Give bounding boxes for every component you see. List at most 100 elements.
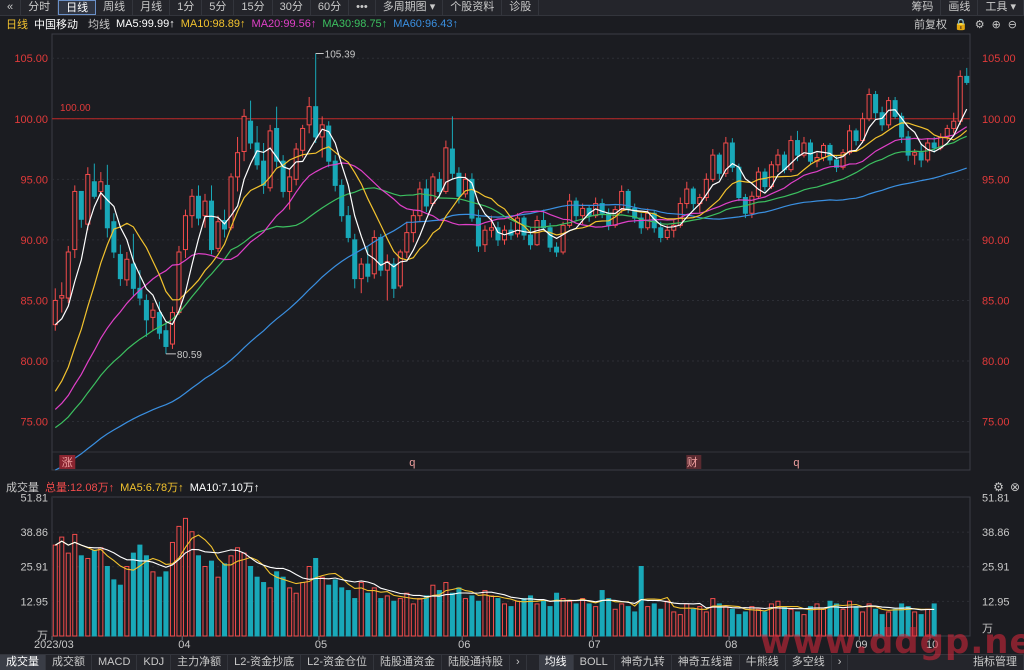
tab-boll[interactable]: BOLL — [574, 655, 615, 670]
tab-l2-bottom[interactable]: L2-资金抄底 — [228, 655, 302, 670]
x-tick-label: 07 — [588, 639, 600, 651]
candle-body — [287, 176, 293, 192]
tab-connect-holdings[interactable]: 陆股通持股 — [442, 655, 510, 670]
candle-body — [430, 176, 436, 205]
volume-bar — [293, 592, 299, 637]
vol-tick-label-right: 38.86 — [982, 527, 1010, 539]
price-frame — [51, 33, 971, 471]
candle-body — [964, 75, 970, 83]
candle-body — [91, 181, 97, 197]
candle-body — [873, 94, 879, 114]
chevron-right-icon[interactable]: › — [510, 655, 527, 670]
candle-body — [182, 215, 188, 251]
candle-body — [195, 195, 202, 219]
volume-bar — [716, 603, 722, 637]
tab-volume[interactable]: 成交量 — [0, 655, 46, 670]
candle-body — [853, 130, 859, 142]
volume-bar — [130, 552, 136, 637]
ma30-line — [54, 135, 967, 429]
vol-tick-label-right: 12.95 — [982, 596, 1010, 608]
candle-body — [130, 263, 136, 289]
candle-body — [202, 200, 208, 217]
candlestick-series — [52, 53, 970, 354]
x-tick-label: 04 — [178, 639, 190, 651]
volume-bar — [98, 547, 104, 637]
candle-body — [391, 263, 397, 289]
candle-body — [690, 188, 696, 205]
volume-bar — [261, 582, 267, 637]
y-tick-label-right: 80.00 — [982, 356, 1010, 368]
volume-bar — [475, 600, 481, 637]
volume-bar — [723, 606, 729, 637]
tab-turnover[interactable]: 成交额 — [46, 655, 92, 670]
stock-chart[interactable]: 105.00 105.00 100.00 100.00 95.00 95.00 90.00 9… — [0, 0, 1024, 669]
volume-bar — [365, 592, 371, 637]
volume-bar — [176, 525, 182, 637]
volume-bar — [567, 600, 573, 637]
tab-ma[interactable]: 均线 — [538, 655, 574, 670]
tab-main-net[interactable]: 主力净额 — [171, 655, 229, 670]
event-marker: 涨 — [62, 456, 73, 469]
volume-bar — [345, 590, 351, 637]
volume-bar — [664, 600, 670, 637]
volume-bar — [547, 606, 553, 637]
volume-bar — [645, 606, 651, 637]
candle-body — [150, 309, 156, 318]
annotations: 105.39 80.59 涨 q 财 q — [59, 49, 800, 469]
volume-bar — [378, 598, 384, 637]
y-tick-label: 75.00 — [20, 417, 48, 429]
candle-body — [488, 227, 494, 231]
volume-bar — [404, 592, 410, 637]
tab-kdj[interactable]: KDJ — [137, 655, 172, 670]
candle-body — [313, 106, 319, 138]
candle-body — [716, 154, 722, 174]
volume-bar — [697, 606, 703, 637]
candle-body — [547, 227, 553, 248]
tab-macd[interactable]: MACD — [92, 655, 138, 670]
volume-bar — [267, 587, 273, 637]
event-marker: q — [793, 457, 799, 469]
candle-body — [449, 148, 455, 174]
candle-body — [404, 232, 410, 253]
low-label: 80.59 — [177, 350, 202, 361]
volume-bar — [469, 595, 475, 637]
y-tick-label-right: 95.00 — [982, 174, 1010, 186]
axes: 105.00 105.00 100.00 100.00 95.00 95.00 90.00 9… — [14, 53, 1015, 651]
volume-bar — [482, 590, 488, 637]
candle-body — [339, 184, 345, 217]
volume-bar — [300, 582, 306, 637]
volume-bar — [658, 608, 664, 637]
tab-nine-turn[interactable]: 神奇九转 — [615, 655, 672, 670]
volume-bar — [410, 603, 416, 637]
vol-tick-label: 51.81 — [20, 493, 48, 505]
candle-body — [306, 106, 312, 126]
candle-body — [775, 154, 781, 166]
volume-bar — [625, 606, 631, 637]
candle-body — [794, 140, 800, 156]
volume-bar — [612, 608, 618, 637]
candle-body — [345, 215, 351, 238]
candle-body — [85, 173, 91, 225]
candle-body — [951, 120, 957, 129]
candle-body — [619, 190, 625, 211]
volume-bar — [124, 566, 130, 637]
tab-connect-funds[interactable]: 陆股通资金 — [374, 655, 442, 670]
candle-body — [847, 130, 853, 154]
tab-five-line[interactable]: 神奇五线谱 — [672, 655, 740, 670]
volume-bar — [137, 544, 143, 637]
volume-bar — [703, 611, 709, 637]
y-tick-label: 80.00 — [20, 356, 48, 368]
candle-body — [72, 190, 78, 251]
candle-body — [104, 184, 110, 229]
candle-body — [482, 229, 488, 246]
candle-body — [860, 118, 866, 142]
candle-body — [215, 221, 221, 249]
y-tick-label-right: 75.00 — [982, 417, 1010, 429]
volume-bar — [586, 603, 592, 637]
tab-l2-position[interactable]: L2-资金仓位 — [301, 655, 374, 670]
volume-bar — [599, 590, 605, 637]
y-tick-label-right: 85.00 — [982, 295, 1010, 307]
y-tick-label: 100.00 — [14, 114, 48, 126]
volume-bar — [423, 595, 429, 637]
volume-bar — [117, 584, 123, 637]
